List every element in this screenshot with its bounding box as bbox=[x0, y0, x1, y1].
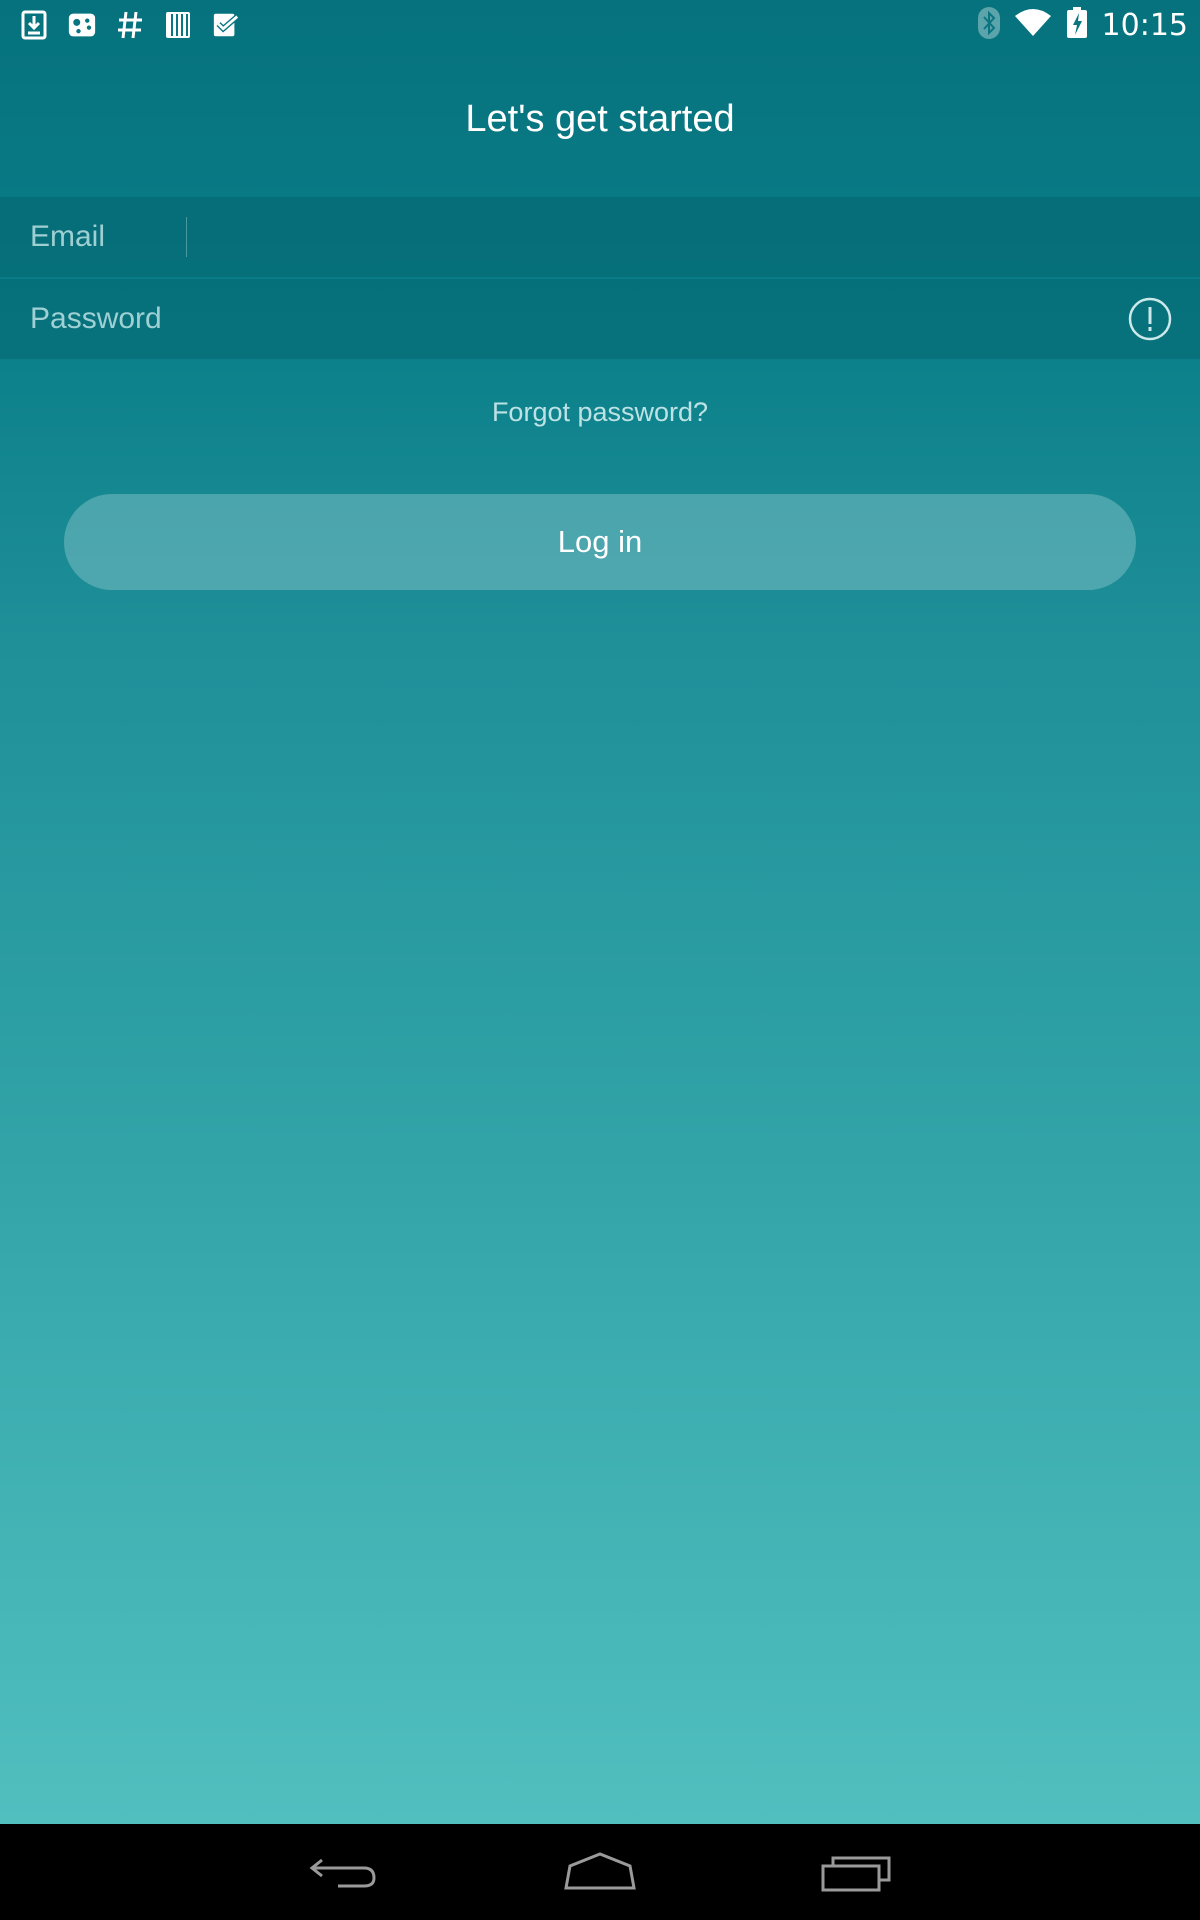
battery-charging-icon bbox=[1066, 6, 1088, 44]
back-icon[interactable] bbox=[298, 1844, 388, 1900]
login-form: Email Password bbox=[0, 197, 1200, 361]
wifi-icon bbox=[1014, 8, 1052, 43]
notification-icons bbox=[20, 8, 240, 42]
hashtag-icon bbox=[116, 10, 144, 40]
barcode-icon bbox=[164, 10, 192, 40]
email-divider bbox=[186, 217, 187, 257]
recent-apps-icon[interactable] bbox=[812, 1844, 902, 1900]
email-label: Email bbox=[30, 220, 106, 253]
status-bar: 10:15 bbox=[0, 0, 1200, 50]
email-row: Email bbox=[0, 197, 1200, 279]
login-button[interactable]: Log in bbox=[64, 494, 1136, 590]
system-status: 10:15 bbox=[977, 6, 1188, 44]
clock: 10:15 bbox=[1101, 7, 1188, 43]
password-field[interactable] bbox=[30, 279, 1114, 361]
download-icon bbox=[20, 10, 48, 40]
checklist-icon bbox=[212, 10, 240, 40]
gamepad-icon bbox=[68, 10, 96, 40]
home-icon[interactable] bbox=[555, 1844, 645, 1900]
page-title: Let's get started bbox=[465, 98, 735, 140]
bluetooth-icon bbox=[977, 6, 1000, 44]
navigation-bar bbox=[0, 1824, 1200, 1920]
alert-icon[interactable] bbox=[1128, 297, 1172, 341]
email-field[interactable] bbox=[196, 197, 1180, 279]
password-row: Password bbox=[0, 279, 1200, 361]
login-screen: 10:15 Let's get started Email Password F… bbox=[0, 0, 1200, 1824]
forgot-password-link[interactable]: Forgot password? bbox=[0, 397, 1200, 428]
